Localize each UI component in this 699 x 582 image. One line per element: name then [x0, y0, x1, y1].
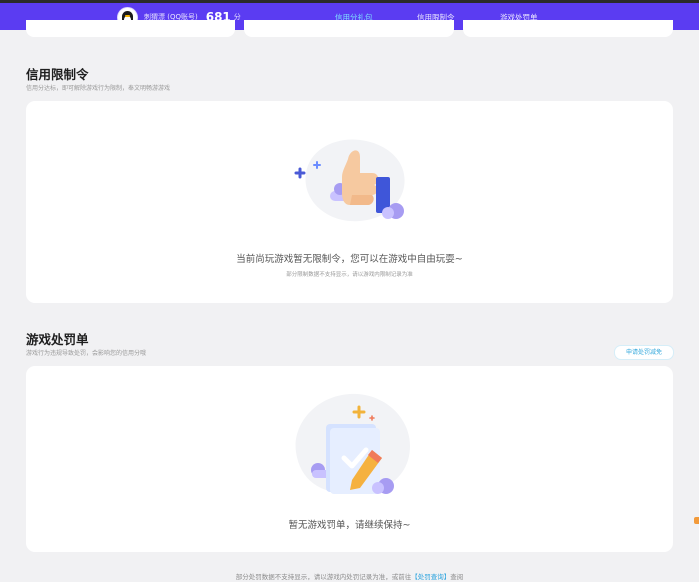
restriction-empty-text: 当前尚玩游戏暂无限制令，您可以在游戏中自由玩耍~ [236, 254, 463, 265]
penalty-empty-text: 暂无游戏罚单，请继续保持~ [288, 520, 411, 531]
restriction-card: 当前尚玩游戏暂无限制令，您可以在游戏中自由玩耍~ 部分限制数据不支持显示，请以游… [26, 101, 673, 303]
thumbs-up-icon [294, 139, 405, 222]
penalty-section-title: 游戏处罚单 [26, 332, 89, 347]
penalty-card: 暂无游戏罚单，请继续保持~ [26, 366, 673, 552]
footer-text: 部分处罚数据不支持显示，请以游戏内处罚记录为准，或前往 [235, 573, 412, 581]
apply-penalty-reduction-button[interactable]: 申请处罚减免 [614, 345, 674, 360]
footer-note: 部分处罚数据不支持显示，请以游戏内处罚记录为准，或前往【处罚查询】查阅 [0, 571, 699, 581]
penalty-query-link[interactable]: 【处罚查询】 [411, 573, 450, 581]
penalty-section-subtitle: 游戏行为违规导致处罚，会影响您的信用分哦 [26, 350, 147, 357]
previous-card-1 [26, 20, 235, 37]
floating-side-tab[interactable] [694, 517, 699, 524]
checklist-pencil-icon [295, 393, 410, 494]
footer-text-end: 查阅 [450, 573, 464, 581]
restriction-empty-note: 部分限制数据不支持显示，请以游戏内限制记录为准 [286, 272, 413, 278]
previous-card-3 [463, 20, 673, 37]
previous-card-2 [244, 20, 454, 37]
restriction-section-title: 信用限制令 [26, 67, 89, 82]
restriction-section-subtitle: 信用分达标，即可解除游戏行为限制，奉文明畅游游戏 [26, 85, 171, 92]
